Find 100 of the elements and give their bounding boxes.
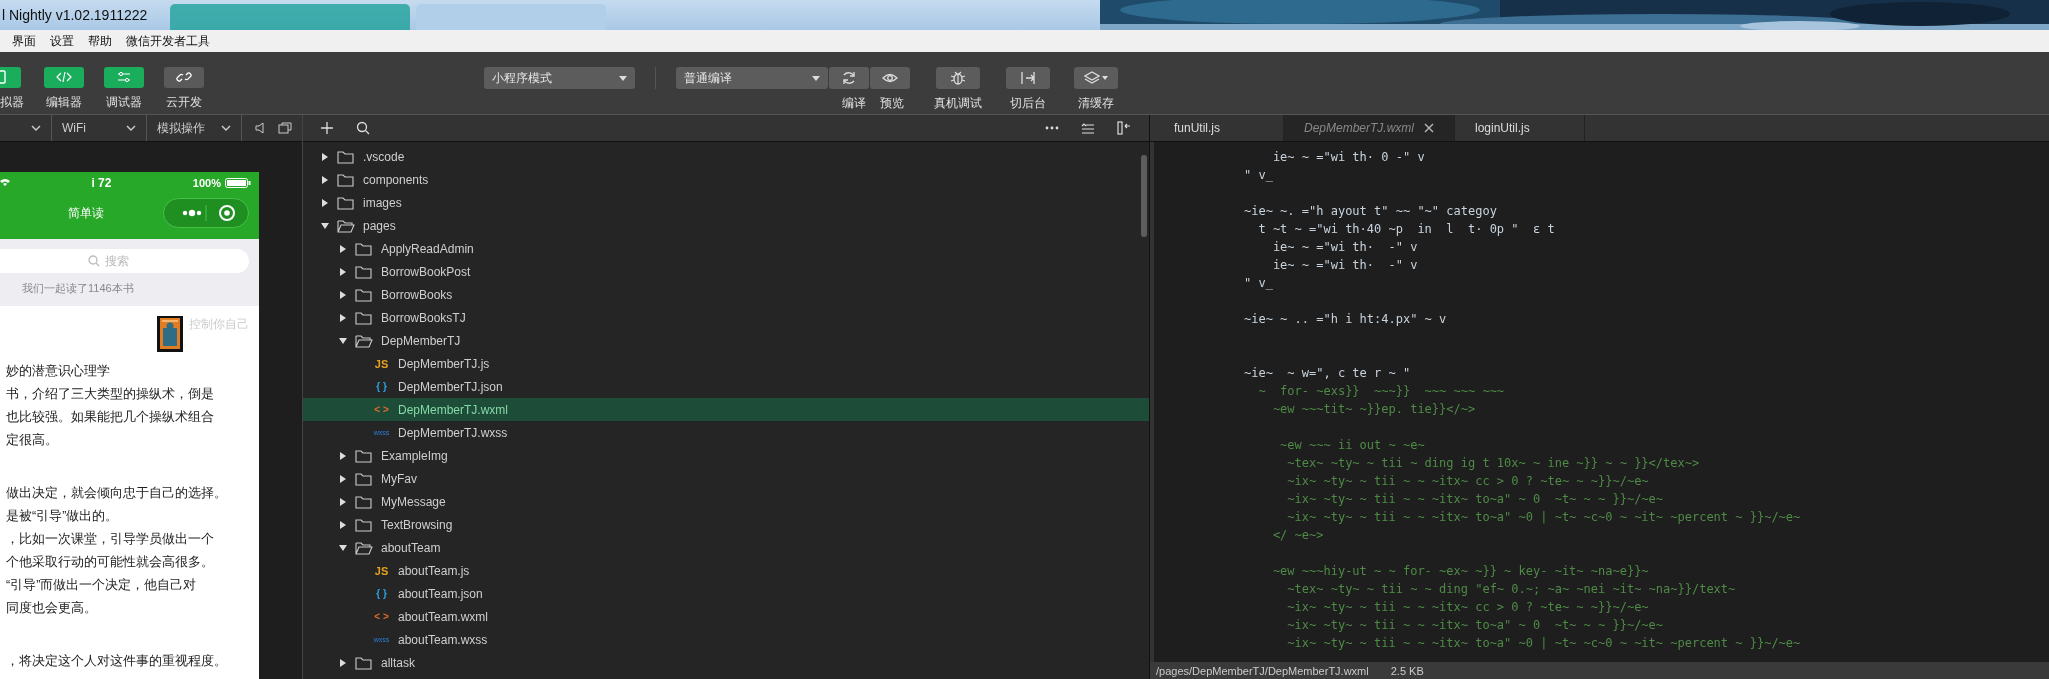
- speaker-icon[interactable]: [254, 122, 266, 134]
- file-item[interactable]: JS aboutTeam.js: [303, 559, 1149, 582]
- mode-dropdown[interactable]: 小程序模式: [484, 67, 635, 89]
- paragraph-text: ，比如一次课堂，引导学员做出一个: [5, 531, 215, 548]
- disclosure-icon[interactable]: [339, 313, 347, 322]
- dropdown-value: 模拟操作: [157, 119, 205, 137]
- menu-item[interactable]: 界面: [12, 32, 36, 50]
- disclosure-icon[interactable]: [339, 497, 347, 506]
- disclosure-icon[interactable]: [339, 474, 347, 483]
- folder-icon: [355, 241, 373, 256]
- code-line: ie~ ~ ="wi th· -" v: [1271, 240, 1418, 254]
- folder-item[interactable]: ApplyReadAdmin: [303, 237, 1149, 260]
- file-item[interactable]: { } DepMemberTJ.json: [303, 375, 1149, 398]
- toolbar-button[interactable]: [829, 67, 869, 89]
- toolbar-button[interactable]: [1074, 67, 1118, 89]
- close-icon[interactable]: [1424, 123, 1434, 133]
- capsule-menu-button[interactable]: [163, 198, 249, 228]
- search-icon: [88, 255, 100, 267]
- folder-item[interactable]: BorrowBookPost: [303, 260, 1149, 283]
- code-line: " v_: [1244, 168, 1273, 182]
- view-toggle-button[interactable]: [164, 67, 204, 88]
- disclosure-icon[interactable]: [339, 290, 347, 299]
- code-line: ~ for- ~exs}} ~~~}} ~~~ ~~~ ~~~: [1257, 384, 1505, 398]
- folder-item[interactable]: .vscode: [303, 145, 1149, 168]
- file-item[interactable]: < > DepMemberTJ.wxml: [303, 398, 1149, 421]
- folder-icon: [355, 310, 373, 325]
- file-type-icon: JS: [373, 564, 390, 577]
- editor-tab[interactable]: DepMemberTJ.wxml: [1284, 115, 1455, 141]
- disclosure-icon[interactable]: [339, 267, 347, 276]
- folder-item[interactable]: alltask: [303, 651, 1149, 674]
- code-line: ~ew ~~~tit~ ~}}ep. tie}}</~>: [1271, 402, 1476, 416]
- toolbar-label: 拟器: [0, 94, 24, 111]
- folder-item[interactable]: BorrowBooks: [303, 283, 1149, 306]
- code-line: ~ix~ ~ty~ ~ tii ~ ~ ~itx~ to~a" ~ 0 ~t~ ~ ~ }}~/~e~: [1286, 492, 1664, 506]
- scrollbar-thumb[interactable]: [1141, 155, 1147, 237]
- search-field[interactable]: 搜索: [0, 249, 249, 273]
- paragraph-text: 定很高。: [5, 432, 59, 449]
- switch-icon: [1020, 70, 1036, 86]
- file-item[interactable]: { } aboutTeam.json: [303, 582, 1149, 605]
- menu-item[interactable]: 设置: [50, 32, 74, 50]
- code-line: ~ie~ ~. ="h ayout t" ~~ "~" categoy: [1244, 204, 1497, 218]
- status-time: i 72: [91, 176, 112, 190]
- folder-icon: [337, 195, 355, 210]
- toolbar-button[interactable]: [870, 67, 910, 89]
- folder-item[interactable]: TextBrowsing: [303, 513, 1149, 536]
- folder-item[interactable]: components: [303, 168, 1149, 191]
- code-line: ~ix~ ~ty~ ~ tii ~ ~ ~itx~ to~a" ~ 0 ~t~ ~ ~ }}~/~e~: [1286, 618, 1664, 632]
- folder-item[interactable]: pages: [303, 214, 1149, 237]
- toolbar-button[interactable]: [1006, 67, 1050, 89]
- toolbar-button[interactable]: [936, 67, 980, 89]
- disclosure-icon[interactable]: [339, 244, 347, 253]
- split-icon[interactable]: [1117, 121, 1131, 135]
- paragraph-text: 是被“引导”做出的。: [5, 508, 120, 525]
- disclosure-icon[interactable]: [339, 520, 347, 529]
- folder-item[interactable]: BorrowBooksTJ: [303, 306, 1149, 329]
- folder-item[interactable]: DepMemberTJ: [303, 329, 1149, 352]
- disclosure-icon[interactable]: [321, 152, 329, 161]
- wifi-icon: [0, 179, 10, 187]
- more-icon[interactable]: [1045, 126, 1059, 130]
- disclosure-icon[interactable]: [339, 336, 347, 345]
- folder-item[interactable]: MyFav: [303, 467, 1149, 490]
- file-item[interactable]: < > aboutTeam.wxml: [303, 605, 1149, 628]
- summary-text: 我们一起读了1146本书: [21, 281, 135, 296]
- layers-icon: [1084, 70, 1100, 86]
- disclosure-icon[interactable]: [339, 658, 347, 667]
- paragraph-text: “引导”而做出一个决定，他自己对: [5, 577, 198, 594]
- compile-dropdown[interactable]: 普通编译: [676, 67, 828, 89]
- add-icon[interactable]: [320, 121, 334, 135]
- code-line: ~ix~ ~ty~ ~ tii ~ ~ ~itx~ cc > 0 ? ~te~ ~ ~}}~/~e~: [1286, 474, 1649, 488]
- toolbar-label: 真机调试: [934, 95, 982, 112]
- disclosure-icon[interactable]: [321, 221, 329, 230]
- file-type-icon: < >: [373, 404, 390, 415]
- folder-item[interactable]: images: [303, 191, 1149, 214]
- view-toggle-button[interactable]: [44, 67, 84, 88]
- folder-icon: [337, 172, 355, 187]
- caret-icon: [1102, 76, 1108, 80]
- file-item[interactable]: JS DepMemberTJ.js: [303, 352, 1149, 375]
- menu-item[interactable]: 帮助: [88, 32, 112, 50]
- folder-item[interactable]: aboutTeam: [303, 536, 1149, 559]
- search-icon[interactable]: [356, 121, 370, 135]
- disclosure-icon[interactable]: [339, 543, 347, 552]
- disclosure-icon[interactable]: [339, 451, 347, 460]
- toolbar-label: 编译: [842, 95, 866, 112]
- code-line: ~ix~ ~ty~ ~ tii ~ ~ ~itx~ cc > 0 ? ~te~ ~ ~}}~/~e~: [1286, 600, 1649, 614]
- dropdown-value: 普通编译: [684, 69, 732, 87]
- collapse-icon[interactable]: [1081, 122, 1095, 134]
- window-icon[interactable]: [278, 122, 292, 134]
- toolbar-label: 预览: [880, 95, 904, 112]
- folder-icon: [337, 218, 355, 233]
- file-path: /pages/DepMemberTJ/DepMemberTJ.wxml: [1156, 664, 1369, 677]
- file-type-icon: < >: [373, 611, 390, 622]
- disclosure-icon[interactable]: [321, 175, 329, 184]
- folder-item[interactable]: MyMessage: [303, 490, 1149, 513]
- file-size: 2.5 KB: [1390, 664, 1424, 677]
- disclosure-icon[interactable]: [321, 198, 329, 207]
- menu-item[interactable]: 微信开发者工具: [126, 32, 210, 50]
- view-toggle-button[interactable]: [104, 67, 144, 88]
- battery-level: 100%: [192, 177, 221, 189]
- folder-item[interactable]: ExampleImg: [303, 444, 1149, 467]
- folder-icon: [355, 494, 373, 509]
